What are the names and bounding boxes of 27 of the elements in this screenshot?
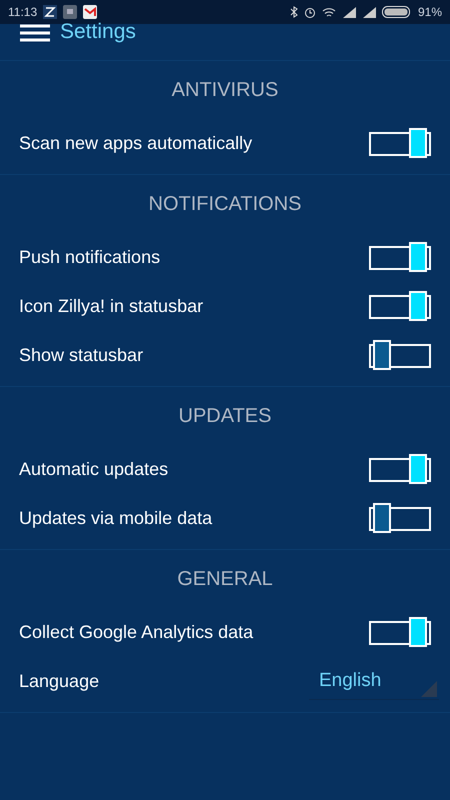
clock: 11:13 (8, 5, 38, 19)
setting-label: Show statusbar (19, 345, 144, 366)
battery-percent: 91% (418, 5, 442, 19)
setting-label: Language (19, 671, 100, 692)
signal-icon (342, 6, 356, 18)
mail-icon (83, 5, 98, 19)
language-dropdown[interactable]: English (309, 664, 439, 700)
screen-title: Settings (60, 20, 136, 44)
setting-label: Scan new apps automatically (19, 133, 252, 154)
setting-label: Collect Google Analytics data (19, 622, 254, 643)
wifi-icon (322, 6, 336, 18)
setting-label: Icon Zillya! in statusbar (19, 296, 204, 317)
section-title: GENERAL (176, 566, 274, 592)
app-icon (63, 5, 78, 19)
app-icon (43, 5, 58, 19)
bluetooth-icon (290, 6, 298, 18)
setting-label: Automatic updates (19, 459, 168, 480)
signal-icon (362, 6, 376, 18)
section-title: NOTIFICATIONS (148, 192, 302, 216)
section-title: UPDATES (178, 404, 272, 428)
battery-icon (382, 6, 412, 18)
setting-label: Push notifications (19, 247, 160, 268)
dropdown-corner-icon (421, 680, 437, 696)
setting-label: Updates via mobile data (19, 508, 212, 529)
alarm-icon (304, 6, 316, 18)
section-title: ANTIVIRUS (170, 78, 280, 102)
menu-icon[interactable] (20, 24, 50, 42)
